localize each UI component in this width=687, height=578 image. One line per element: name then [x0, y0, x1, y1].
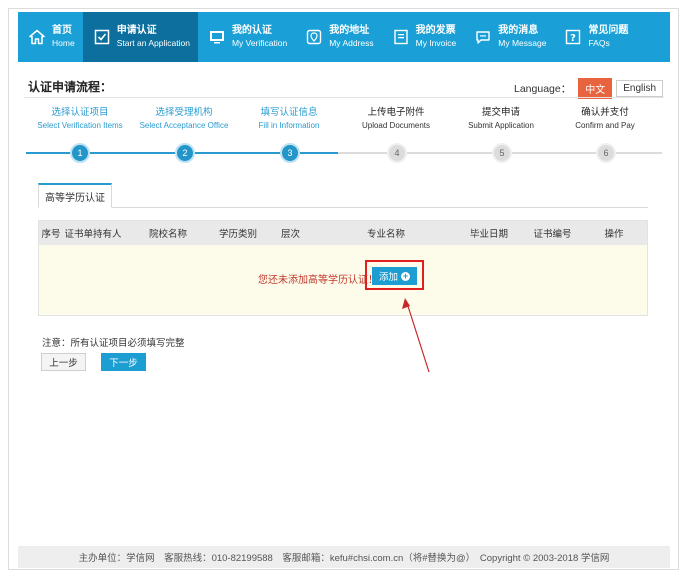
nav-item-home[interactable]: 首页 Home	[18, 12, 83, 62]
column-header: 毕业日期	[469, 229, 508, 240]
lang-chinese-button[interactable]: 中文	[578, 78, 613, 99]
next-step-button[interactable]: 下一步	[101, 353, 146, 371]
step-sublabel: Confirm and Pay	[575, 121, 635, 130]
home-icon	[28, 28, 46, 46]
page-title: 认证申请流程：	[28, 80, 113, 94]
step-sublabel: Fill in Information	[258, 121, 320, 130]
nav-sublabel: Start an Application	[116, 38, 190, 48]
nav-item-my-invoice[interactable]: 我的发票 My Invoice	[382, 12, 465, 62]
step-sublabel: Upload Documents	[361, 121, 431, 130]
language-label: Language：	[514, 83, 572, 95]
nav-sublabel: My Verification	[231, 38, 288, 48]
add-button-label: 添加	[378, 272, 398, 283]
footer: 主办单位：学信网 客服热线：010-82199588 客服邮箱：kefu#chs…	[18, 546, 670, 568]
plus-icon: +	[401, 270, 410, 281]
previous-step-button[interactable]: 上一步	[41, 353, 86, 371]
column-header: 操作	[604, 229, 624, 240]
step-circle-2: 2	[175, 143, 195, 163]
nav-label: 我的认证	[231, 25, 272, 36]
nav-sublabel: My Message	[498, 38, 547, 48]
column-header: 层次	[280, 229, 300, 240]
nav-label: 首页	[52, 25, 72, 36]
invoice-icon	[392, 28, 410, 46]
tab-higher-education[interactable]: 高等学历认证	[38, 183, 112, 208]
tab-underline	[38, 207, 648, 208]
message-icon	[474, 28, 492, 46]
step-5: 提交申请 Submit Application	[447, 106, 555, 132]
step-1: 选择认证项目 Select Verification Items	[26, 106, 134, 132]
checkbox-icon	[93, 28, 111, 46]
column-header: 证书编号	[533, 229, 572, 240]
monitor-icon	[208, 28, 226, 46]
lang-english-button[interactable]: English	[616, 80, 664, 97]
step-label: 上传电子附件	[367, 107, 425, 118]
nav-item-my-message[interactable]: 我的消息 My Message	[464, 12, 554, 62]
step-sublabel: Select Verification Items	[37, 121, 123, 130]
table-header: 序号 证书单持有人 院校名称 学历类别 层次 专业名称 毕业日期 证书编号 操作	[39, 221, 647, 245]
table-body-empty: 您还未添加高等学历认证！ 添加 +	[39, 245, 647, 315]
location-icon	[305, 28, 323, 46]
nav-sublabel: FAQs	[588, 38, 610, 48]
column-header: 专业名称	[366, 229, 405, 240]
step-circle-4: 4	[387, 143, 407, 163]
highlight-box: 添加 +	[365, 260, 424, 290]
step-label: 选择受理机构	[155, 107, 213, 118]
step-label: 确认并支付	[581, 107, 629, 118]
nav-item-start-application[interactable]: 申请认证 Start an Application	[82, 12, 198, 62]
step-3: 填写认证信息 Fill in Information	[235, 106, 343, 132]
step-circle-6: 6	[596, 143, 616, 163]
certification-table: 序号 证书单持有人 院校名称 学历类别 层次 专业名称 毕业日期 证书编号 操作…	[38, 220, 648, 316]
step-2: 选择受理机构 Select Acceptance Office	[130, 106, 238, 132]
empty-message: 您还未添加高等学历认证！	[258, 275, 378, 286]
nav-label: 我的发票	[415, 25, 456, 36]
question-icon: ?	[564, 28, 582, 46]
nav-sublabel: My Invoice	[415, 38, 457, 48]
nav-item-my-verification[interactable]: 我的认证 My Verification	[198, 12, 295, 62]
language-switcher: Language： 中文 English	[514, 78, 664, 99]
nav-label: 申请认证	[116, 25, 157, 36]
step-circle-1: 1	[70, 143, 90, 163]
header-divider	[24, 97, 664, 98]
nav-sublabel: My Address	[329, 38, 374, 48]
nav-item-my-address[interactable]: 我的地址 My Address	[295, 12, 381, 62]
step-circle-5: 5	[492, 143, 512, 163]
top-nav: 首页 Home 申请认证 Start an Application 我的认证 My V…	[18, 12, 670, 62]
nav-label: 我的消息	[498, 25, 539, 36]
step-circle-3: 3	[280, 143, 300, 163]
column-header: 学历类别	[218, 229, 257, 240]
step-label: 选择认证项目	[51, 107, 109, 118]
step-label: 提交申请	[481, 107, 520, 118]
add-button[interactable]: 添加 +	[372, 267, 417, 285]
step-4: 上传电子附件 Upload Documents	[342, 106, 450, 132]
column-header: 证书单持有人	[64, 229, 122, 240]
step-label: 填写认证信息	[260, 107, 318, 118]
column-header: 院校名称	[148, 229, 187, 240]
notice-text: 注意：所有认证项目必须填写完整	[42, 338, 185, 349]
svg-text:?: ?	[571, 33, 577, 44]
step-sublabel: Submit Application	[468, 121, 534, 130]
column-header: 序号	[41, 229, 61, 240]
progress-steps: 选择认证项目 Select Verification Items 1 选择受理机…	[26, 106, 662, 166]
step-6: 确认并支付 Confirm and Pay	[551, 106, 659, 132]
nav-item-faqs[interactable]: ? 常见问题 FAQs	[554, 12, 636, 62]
nav-label: 我的地址	[329, 25, 370, 36]
nav-sublabel: Home	[52, 38, 75, 48]
step-sublabel: Select Acceptance Office	[139, 121, 229, 130]
nav-label: 常见问题	[588, 25, 629, 36]
